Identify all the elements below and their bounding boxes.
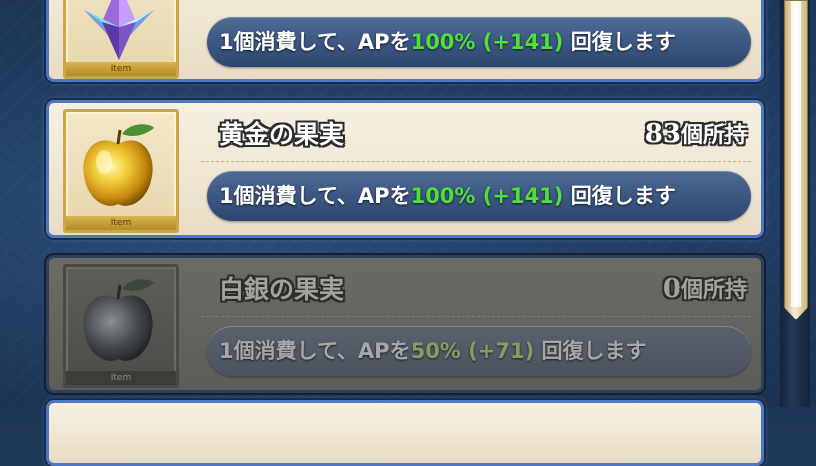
divider bbox=[201, 161, 751, 162]
item-card-saint-quartz[interactable]: Item 1個消費して、APを100% (+141) 回復します bbox=[46, 0, 764, 82]
owned-count-number: 0 bbox=[662, 274, 681, 304]
desc-prefix: 1個消費して、APを bbox=[219, 339, 411, 363]
ap-recovery-item-list: Item 1個消費して、APを100% (+141) 回復します Item 黄金… bbox=[0, 0, 780, 466]
desc-recovery-amount: 100% (+141) bbox=[410, 30, 564, 54]
item-tag-label: Item bbox=[66, 216, 176, 230]
desc-suffix: 回復します bbox=[534, 339, 647, 363]
owned-count-suffix: 個所持 bbox=[680, 123, 747, 148]
item-tag-label: Item bbox=[66, 62, 176, 76]
item-card-silver-apple[interactable]: Item 白銀の果実 0個所持 1個消費して、APを50% (+71) 回復しま… bbox=[46, 255, 764, 393]
desc-recovery-amount: 100% (+141) bbox=[410, 184, 564, 208]
item-name: 白銀の果実 bbox=[219, 275, 345, 304]
item-card-next[interactable] bbox=[46, 400, 764, 466]
item-icon-frame: Item bbox=[63, 264, 179, 388]
desc-prefix: 1個消費して、APを bbox=[219, 30, 411, 54]
item-tag-label: Item bbox=[66, 371, 176, 385]
scrollbar-track[interactable] bbox=[780, 0, 810, 407]
item-description: 1個消費して、APを100% (+141) 回復します bbox=[207, 171, 751, 221]
saint-quartz-crystal-icon bbox=[84, 0, 154, 60]
desc-suffix: 回復します bbox=[563, 184, 676, 208]
item-name: 黄金の果実 bbox=[219, 120, 345, 149]
scrollbar-thumb[interactable] bbox=[784, 0, 808, 320]
item-description: 1個消費して、APを50% (+71) 回復します bbox=[207, 326, 751, 376]
golden-apple-icon bbox=[83, 124, 154, 206]
item-icon-frame: Item bbox=[63, 0, 179, 79]
owned-count-number: 83 bbox=[644, 119, 681, 149]
desc-suffix: 回復します bbox=[563, 30, 676, 54]
item-owned-count: 0個所持 bbox=[663, 272, 747, 304]
desc-prefix: 1個消費して、APを bbox=[219, 184, 411, 208]
item-description: 1個消費して、APを100% (+141) 回復します bbox=[207, 17, 751, 67]
silver-apple-icon bbox=[83, 279, 154, 361]
owned-count-suffix: 個所持 bbox=[680, 278, 747, 303]
item-owned-count: 83個所持 bbox=[645, 117, 747, 149]
desc-recovery-amount: 50% (+71) bbox=[410, 339, 535, 363]
item-icon-frame: Item bbox=[63, 109, 179, 233]
divider bbox=[201, 316, 751, 317]
item-card-golden-apple[interactable]: Item 黄金の果実 83個所持 1個消費して、APを100% (+141) 回… bbox=[46, 100, 764, 238]
